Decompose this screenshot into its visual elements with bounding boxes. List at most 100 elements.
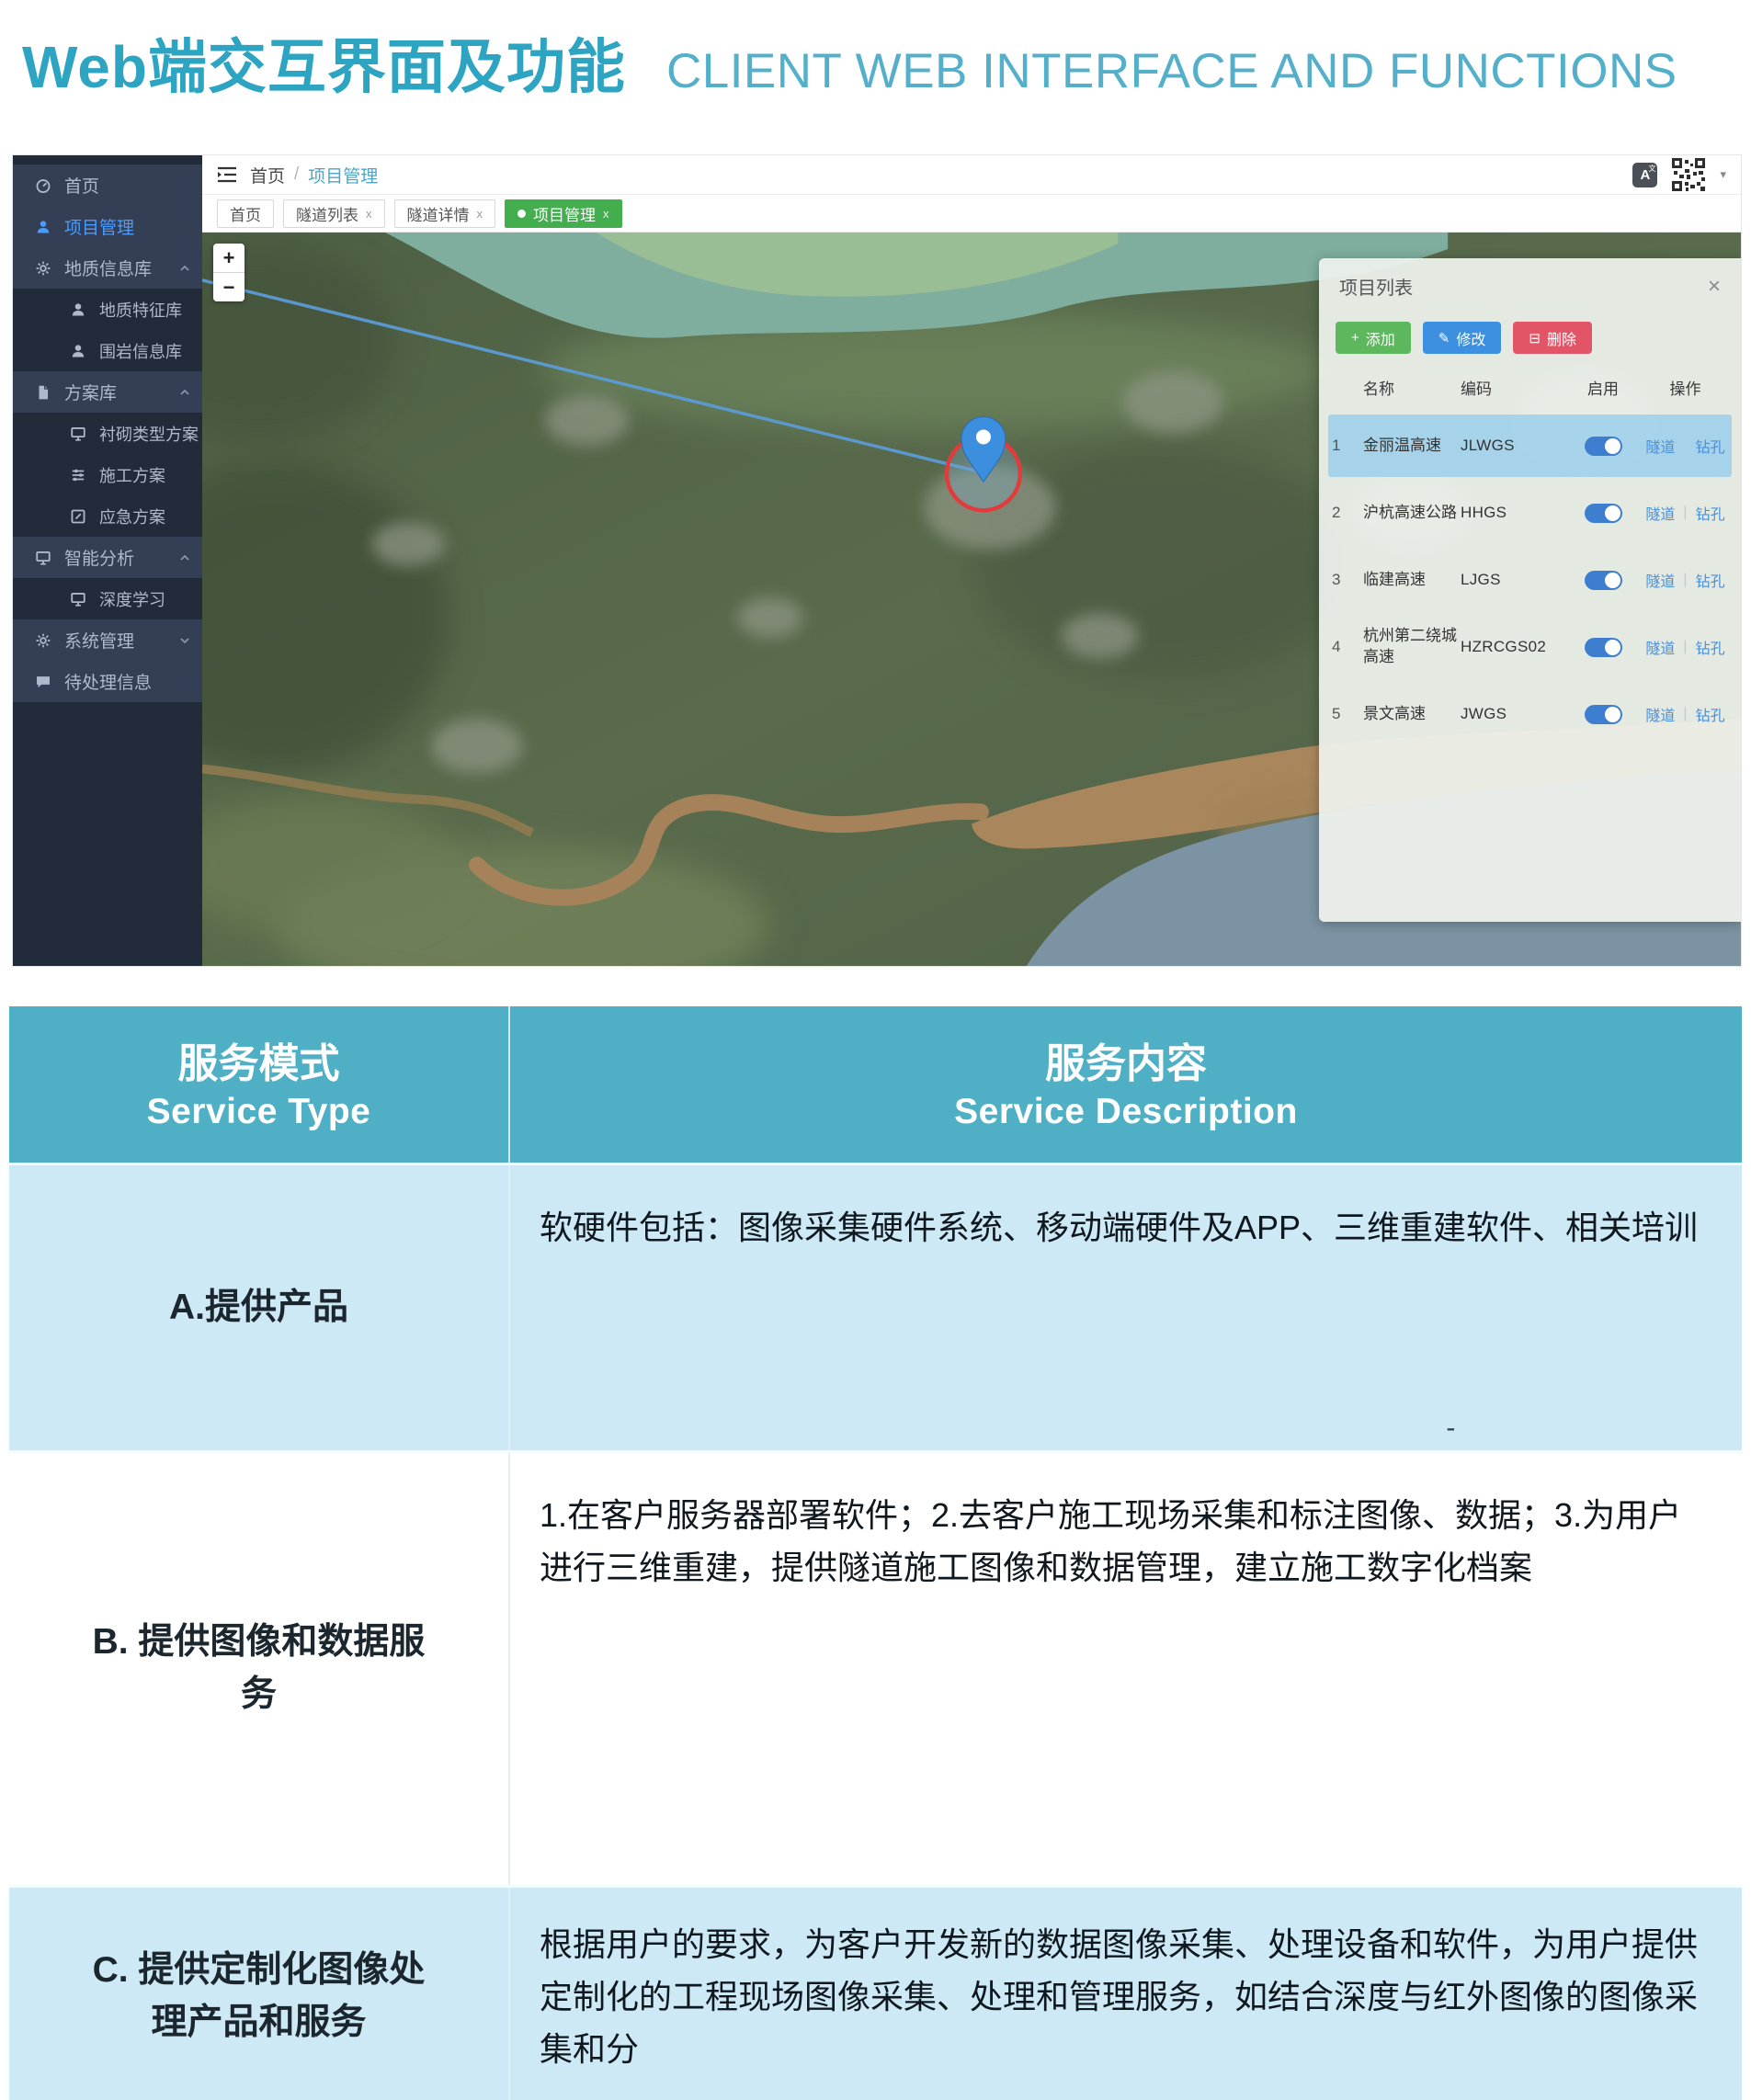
table-row[interactable]: 5 景文高速 JWGS 隧道|钻孔 (1328, 683, 1732, 745)
table-row[interactable]: 3 临建高速 LJGS 隧道|钻孔 (1328, 549, 1732, 611)
row-index: 5 (1332, 705, 1363, 723)
project-table-header: 名称 编码 启用 操作 (1328, 369, 1732, 410)
sidebar-item-emergency-plan[interactable]: 应急方案 (13, 495, 202, 537)
app-header: 首页 / 项目管理 A文 (202, 155, 1741, 195)
table-row[interactable]: 2 沪杭高速公路 HHGS 隧道|钻孔 (1328, 482, 1732, 544)
add-button[interactable]: + 添加 (1336, 322, 1411, 354)
sidebar-item-project-management[interactable]: 项目管理 (13, 206, 202, 247)
close-icon[interactable]: × (1708, 276, 1721, 298)
close-icon[interactable]: x (477, 207, 483, 221)
satellite-map[interactable]: + − 项目列表 × +添加 ✎修改 ⊟删除 名称 (202, 233, 1741, 966)
document-icon (35, 384, 51, 401)
column-operations: 操作 (1643, 376, 1728, 399)
header-service-desc-zh: 服务内容 (1045, 1037, 1207, 1091)
tab-home[interactable]: 首页 (217, 199, 274, 228)
sidebar-item-lining-type-plan[interactable]: 衬砌类型方案 (13, 413, 202, 454)
table-row[interactable]: 4 杭州第二绕城高速 HZRCGS02 隧道|钻孔 (1328, 616, 1732, 678)
page-title-row: Web端交互界面及功能 CLIENT WEB INTERFACE AND FUN… (22, 20, 1677, 105)
action-separator: | (1683, 437, 1687, 454)
close-icon[interactable]: x (603, 207, 609, 221)
map-zoom-control: + − (213, 244, 244, 301)
sidebar-item-intelligent-analysis[interactable]: 智能分析 (13, 537, 202, 578)
row-index: 2 (1332, 504, 1363, 522)
zoom-out-button[interactable]: − (213, 272, 244, 301)
user-icon (70, 343, 86, 359)
borehole-link[interactable]: 钻孔 (1696, 703, 1725, 725)
header-service-type-en: Service Type (147, 1092, 371, 1132)
action-separator: | (1683, 706, 1687, 722)
sidebar-item-label: 地质特征库 (99, 298, 182, 322)
service-type-label: B. 提供图像和数据服务 (85, 1617, 434, 1720)
breadcrumb-home[interactable]: 首页 (250, 163, 285, 187)
breadcrumb-current: 项目管理 (308, 163, 378, 187)
service-row-b: B. 提供图像和数据服务 1.在客户服务器部署软件；2.去客户施工现场采集和标注… (9, 1450, 1742, 1885)
tunnel-link[interactable]: 隧道 (1645, 703, 1675, 725)
service-table: 服务模式 Service Type 服务内容 Service Descripti… (9, 1006, 1742, 2100)
panel-title: 项目列表 (1339, 273, 1413, 300)
sidebar-item-system-management[interactable]: 系统管理 (13, 619, 202, 661)
add-button-label: 添加 (1366, 327, 1395, 349)
language-icon[interactable]: A文 (1632, 163, 1657, 187)
enable-toggle[interactable] (1585, 571, 1622, 590)
sidebar-item-label: 施工方案 (99, 463, 165, 487)
sidebar-item-geology-features[interactable]: 地质特征库 (13, 289, 202, 330)
tunnel-link[interactable]: 隧道 (1645, 502, 1675, 524)
sidebar-item-rock-info[interactable]: 围岩信息库 (13, 330, 202, 371)
chevron-up-icon (178, 551, 191, 564)
tab-tunnel-detail[interactable]: 隧道详情x (394, 199, 496, 228)
sidebar-item-construction-plan[interactable]: 施工方案 (13, 454, 202, 495)
delete-button[interactable]: ⊟删除 (1513, 322, 1592, 354)
project-name: 杭州第二绕城高速 (1363, 626, 1461, 668)
sidebar-item-label: 智能分析 (64, 545, 134, 570)
sidebar-item-label: 首页 (64, 173, 99, 198)
action-separator: | (1683, 639, 1687, 655)
tab-project-management[interactable]: 项目管理x (505, 199, 622, 228)
menu-fold-icon[interactable] (217, 166, 237, 183)
plus-icon: + (1351, 330, 1359, 346)
row-index: 3 (1332, 571, 1363, 589)
borehole-link[interactable]: 钻孔 (1696, 435, 1725, 457)
pencil-icon: ✎ (1438, 330, 1450, 346)
service-description: 根据用户的要求，为客户开发新的数据图像采集、处理设备和软件，为用户提供定制化的工… (510, 1888, 1742, 2100)
sidebar-item-home[interactable]: 首页 (13, 165, 202, 206)
sidebar-item-plan-library[interactable]: 方案库 (13, 371, 202, 413)
chevron-down-icon (178, 634, 191, 647)
service-type-label: C. 提供定制化图像处理产品和服务 (85, 1945, 434, 2049)
tunnel-link[interactable]: 隧道 (1645, 636, 1675, 658)
tab-tunnel-list[interactable]: 隧道列表x (283, 199, 385, 228)
sidebar-item-label: 系统管理 (64, 628, 134, 653)
sidebar-item-deep-learning[interactable]: 深度学习 (13, 578, 202, 619)
close-icon[interactable]: x (366, 207, 372, 221)
enable-toggle[interactable] (1585, 638, 1622, 657)
page-title: Web端交互界面及功能 (22, 20, 626, 105)
borehole-link[interactable]: 钻孔 (1696, 569, 1725, 591)
sidebar-item-label: 地质信息库 (64, 255, 152, 280)
project-list-panel: 项目列表 × + 添加 ✎修改 ⊟删除 名称 编码 启用 操作 (1319, 258, 1741, 922)
sliders-icon (70, 467, 86, 483)
borehole-link[interactable]: 钻孔 (1696, 502, 1725, 524)
project-name: 临建高速 (1363, 570, 1461, 591)
header-service-desc-en: Service Description (954, 1092, 1298, 1132)
table-row[interactable]: 1 金丽温高速 JLWGS 隧道|钻孔 (1328, 414, 1732, 477)
service-table-header: 服务模式 Service Type 服务内容 Service Descripti… (9, 1006, 1742, 1163)
trash-icon: ⊟ (1529, 330, 1541, 346)
enable-toggle[interactable] (1585, 504, 1622, 523)
sidebar-item-geology-library[interactable]: 地质信息库 (13, 247, 202, 289)
enable-toggle[interactable] (1585, 705, 1622, 724)
zoom-in-button[interactable]: + (213, 244, 244, 272)
row-index: 1 (1332, 437, 1363, 455)
qr-code-avatar[interactable] (1670, 156, 1707, 193)
user-menu-caret-icon[interactable]: ▾ (1720, 167, 1726, 182)
borehole-link[interactable]: 钻孔 (1696, 636, 1725, 658)
sidebar-item-pending-info[interactable]: 待处理信息 (13, 661, 202, 702)
edit-button[interactable]: ✎修改 (1423, 322, 1502, 354)
tunnel-link[interactable]: 隧道 (1645, 569, 1675, 591)
service-row-c: C. 提供定制化图像处理产品和服务 根据用户的要求，为客户开发新的数据图像采集、… (9, 1885, 1742, 2100)
service-description: 软硬件包括：图像采集硬件系统、移动端硬件及APP、三维重建软件、相关培训- (510, 1165, 1742, 1450)
chevron-up-icon (178, 386, 191, 399)
tunnel-link[interactable]: 隧道 (1645, 435, 1675, 457)
project-code: JLWGS (1461, 437, 1563, 455)
breadcrumb-separator: / (294, 165, 299, 185)
app-main: 首页 / 项目管理 A文 (202, 155, 1741, 966)
enable-toggle[interactable] (1585, 437, 1622, 456)
